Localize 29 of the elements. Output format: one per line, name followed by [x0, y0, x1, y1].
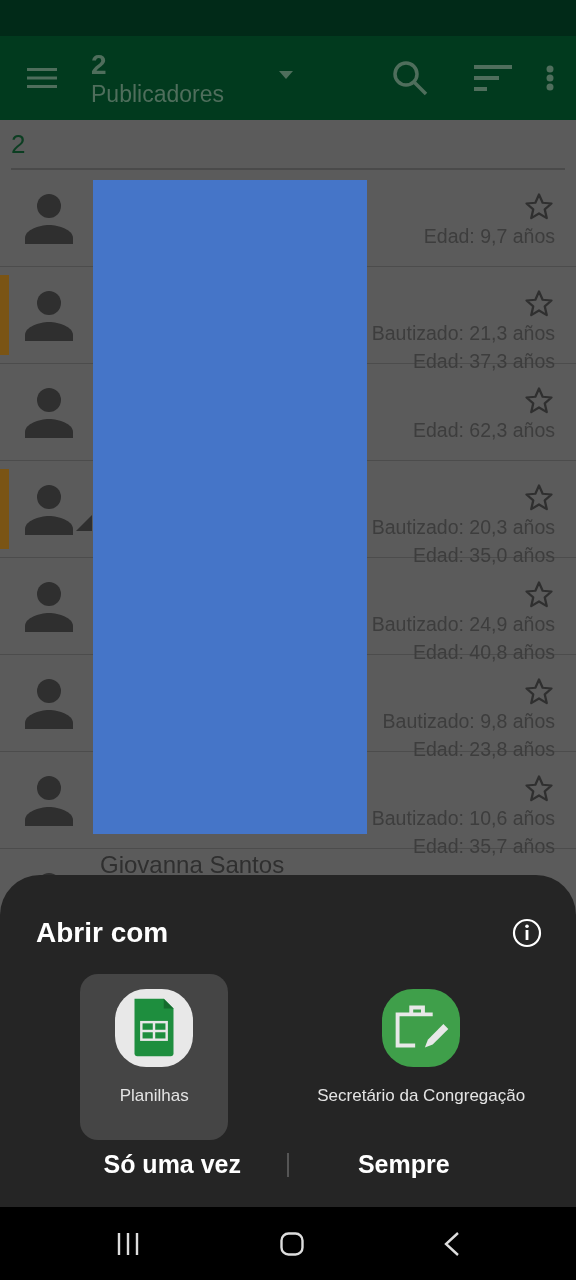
star-icon[interactable] — [524, 580, 554, 610]
section-header: 2 — [11, 120, 565, 170]
star-icon[interactable] — [524, 774, 554, 804]
spreadsheet-app-icon — [115, 989, 194, 1067]
star-icon[interactable] — [524, 289, 554, 319]
menu-icon[interactable] — [27, 67, 57, 89]
search-icon[interactable] — [392, 60, 428, 96]
star-icon[interactable] — [524, 677, 554, 707]
action-button[interactable]: Sempre — [288, 1146, 519, 1183]
app-label: Planilhas — [119, 1086, 189, 1106]
app-label: Secretário da Congregação — [317, 1086, 526, 1106]
star-icon[interactable] — [524, 386, 554, 416]
sheet-title: Abrir com — [36, 916, 169, 949]
star-icon[interactable] — [524, 483, 554, 513]
home-icon[interactable] — [280, 1231, 304, 1256]
app-option[interactable]: Planilhas — [80, 974, 229, 1140]
dropdown-caret-icon[interactable] — [278, 71, 293, 79]
recents-icon[interactable] — [116, 1231, 140, 1256]
toolbar-count: 2 — [91, 48, 108, 81]
info-icon[interactable] — [512, 917, 542, 948]
toolbar-title: Publicadores — [91, 80, 224, 108]
more-options-icon[interactable] — [546, 65, 554, 91]
action-button[interactable]: Só uma vez — [57, 1146, 288, 1183]
person-icon — [24, 485, 76, 535]
briefcase-pencil-app-icon — [382, 989, 461, 1067]
sort-icon[interactable] — [474, 65, 512, 91]
back-icon[interactable] — [444, 1231, 460, 1256]
star-icon[interactable] — [524, 192, 554, 222]
app-option[interactable]: Secretário da Congregação — [302, 974, 540, 1140]
